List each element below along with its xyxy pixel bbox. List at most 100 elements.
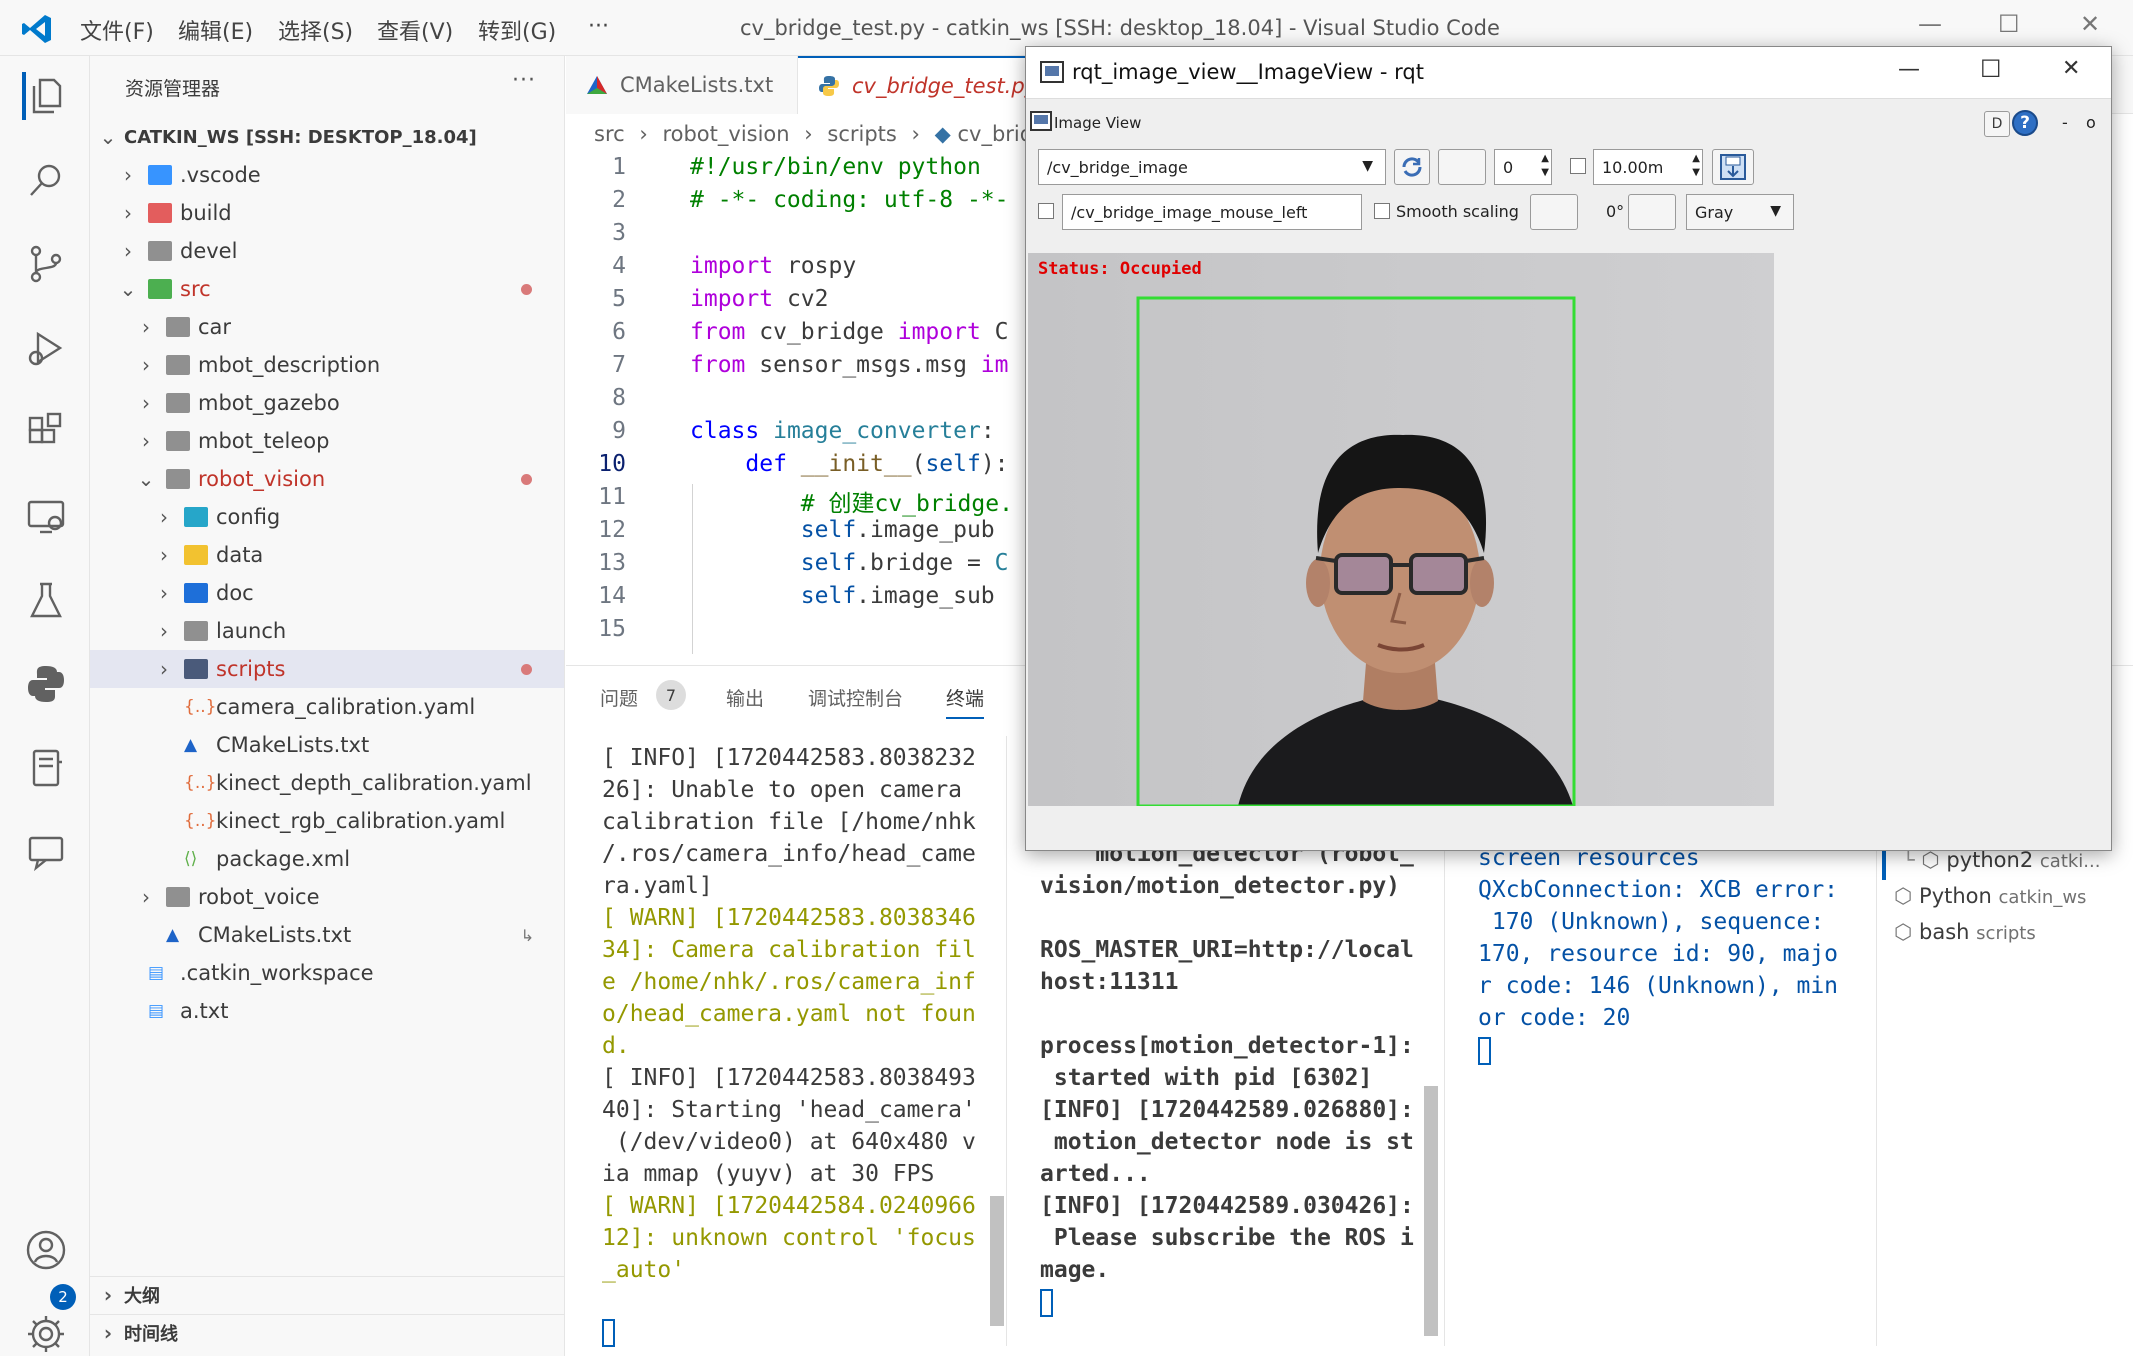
tree-folder[interactable]: › devel bbox=[90, 232, 564, 270]
folder-icon bbox=[148, 165, 172, 185]
minimize-icon[interactable]: — bbox=[1898, 57, 1920, 82]
terminal-line: or code: 20 bbox=[1478, 1005, 1631, 1031]
settings-gear-icon[interactable] bbox=[22, 1310, 70, 1358]
plugin-d-button[interactable]: D bbox=[1984, 111, 2010, 137]
notebook-icon[interactable] bbox=[22, 744, 70, 792]
tree-folder[interactable]: ⌄ robot_vision bbox=[90, 460, 564, 498]
extensions-icon[interactable] bbox=[22, 408, 70, 456]
terminal-divider[interactable] bbox=[1006, 736, 1007, 1346]
tab-output[interactable]: 输出 bbox=[726, 684, 764, 711]
rotate-right-button[interactable] bbox=[1628, 194, 1676, 230]
close-icon[interactable]: ✕ bbox=[2062, 56, 2080, 81]
tree-folder[interactable]: › scripts bbox=[90, 650, 564, 688]
plugin-minimize[interactable]: - bbox=[2062, 113, 2068, 132]
run-debug-icon[interactable] bbox=[22, 324, 70, 372]
tree-folder[interactable]: › data bbox=[90, 536, 564, 574]
explorer-more-actions[interactable]: ··· bbox=[512, 68, 536, 93]
tree-folder[interactable]: › launch bbox=[90, 612, 564, 650]
breadcrumb-robot-vision[interactable]: robot_vision bbox=[662, 122, 789, 146]
workspace-root[interactable]: ⌄ CATKIN_WS [SSH: DESKTOP_18.04] bbox=[90, 118, 564, 156]
terminal-pane-1[interactable]: [ INFO] [1720442583.8038232 26]: Unable t… bbox=[602, 742, 976, 1348]
menu-more[interactable]: ··· bbox=[588, 14, 609, 39]
terminal-scrollbar[interactable] bbox=[990, 1196, 1004, 1326]
folder-icon bbox=[184, 583, 208, 603]
minimize-icon[interactable]: — bbox=[1918, 10, 1942, 38]
rotate-left-button[interactable] bbox=[1530, 194, 1578, 230]
tree-file[interactable]: ▤ .catkin_workspace bbox=[90, 954, 564, 992]
tree-file[interactable]: ▲ CMakeLists.txt ↳ bbox=[90, 916, 564, 954]
menu-view[interactable]: 查看(V) bbox=[377, 14, 453, 46]
terminal-pane-3[interactable]: screen resources QXcbConnection: XCB erro… bbox=[1478, 842, 1838, 1066]
smooth-scaling-checkbox[interactable] bbox=[1374, 203, 1390, 219]
breadcrumb-src[interactable]: src bbox=[594, 122, 625, 146]
accounts-icon[interactable] bbox=[22, 1226, 70, 1274]
menu-edit[interactable]: 编辑(E) bbox=[178, 14, 253, 46]
tree-folder[interactable]: › mbot_teleop bbox=[90, 422, 564, 460]
menu-file[interactable]: 文件(F) bbox=[80, 14, 154, 46]
search-icon[interactable] bbox=[22, 156, 70, 204]
tree-folder[interactable]: › .vscode bbox=[90, 156, 564, 194]
timeline-section[interactable]: › 时间线 bbox=[90, 1314, 564, 1350]
maximize-icon[interactable]: ☐ bbox=[1998, 10, 2020, 38]
rate-input[interactable]: 10.00m ▲ ▼ bbox=[1593, 149, 1703, 185]
rqt-title-bar[interactable]: rqt_image_view__ImageView - rqt — ☐ ✕ bbox=[1026, 47, 2111, 99]
activity-bar: 2 bbox=[0, 56, 90, 1356]
tree-folder[interactable]: › config bbox=[90, 498, 564, 536]
tree-file[interactable]: ▲ CMakeLists.txt bbox=[90, 726, 564, 764]
maximize-icon[interactable]: ☐ bbox=[1980, 55, 2002, 83]
breadcrumb-scripts[interactable]: scripts bbox=[827, 122, 896, 146]
terminal-list-item[interactable]: └ ⬡ python2 catki... bbox=[1902, 848, 2100, 872]
terminal-scrollbar[interactable] bbox=[1424, 1086, 1438, 1336]
plugin-close[interactable]: o bbox=[2086, 113, 2096, 132]
chevron-right-icon: › bbox=[142, 315, 150, 339]
terminal-line: 170, resource id: 90, majo bbox=[1478, 941, 1839, 967]
menu-selection[interactable]: 选择(S) bbox=[278, 14, 353, 46]
mouse-publish-checkbox[interactable] bbox=[1038, 203, 1054, 219]
menu-go[interactable]: 转到(G) bbox=[478, 14, 556, 46]
tree-folder[interactable]: › car bbox=[90, 308, 564, 346]
camera-image-view[interactable]: Status: Occupied bbox=[1028, 253, 1774, 806]
tree-folder[interactable]: › robot_voice bbox=[90, 878, 564, 916]
tree-folder[interactable]: › build bbox=[90, 194, 564, 232]
save-image-button[interactable] bbox=[1712, 149, 1754, 185]
explorer-icon[interactable] bbox=[22, 72, 70, 120]
tree-file[interactable]: {..} camera_calibration.yaml bbox=[90, 688, 564, 726]
terminal-pane-2[interactable]: / motion_detector (robot_vision/motion_d… bbox=[1040, 806, 1414, 1318]
spin-arrows-icon[interactable]: ▲ ▼ bbox=[1541, 152, 1549, 180]
tree-file[interactable]: ▤ a.txt bbox=[90, 992, 564, 1030]
tree-file[interactable]: {..} kinect_depth_calibration.yaml bbox=[90, 764, 564, 802]
topic-select[interactable]: /cv_bridge_image ▼ bbox=[1038, 149, 1386, 185]
colormap-select[interactable]: Gray ▼ bbox=[1686, 194, 1794, 230]
close-icon[interactable]: ✕ bbox=[2080, 10, 2100, 38]
source-control-icon[interactable] bbox=[22, 240, 70, 288]
tree-file[interactable]: {..} kinect_rgb_calibration.yaml bbox=[90, 802, 564, 840]
terminal-list-item[interactable]: ⬡ bash scripts bbox=[1894, 920, 2036, 944]
terminal-list-item[interactable]: ⬡ Python catkin_ws bbox=[1894, 884, 2086, 908]
mouse-topic-input[interactable]: /cv_bridge_image_mouse_left bbox=[1062, 194, 1362, 230]
python-icon[interactable] bbox=[22, 660, 70, 708]
outline-section[interactable]: › 大纲 bbox=[90, 1276, 564, 1312]
tab-terminal[interactable]: 终端 bbox=[946, 684, 985, 719]
chevron-right-icon: › bbox=[124, 239, 132, 263]
remote-explorer-icon[interactable] bbox=[22, 492, 70, 540]
refresh-topics-button[interactable] bbox=[1394, 149, 1430, 185]
tree-file[interactable]: ⟨⟩ package.xml bbox=[90, 840, 564, 878]
spin-arrows-icon[interactable]: ▲ ▼ bbox=[1692, 152, 1700, 180]
tab-problems[interactable]: 问题 bbox=[600, 684, 638, 711]
tree-folder[interactable]: › mbot_gazebo bbox=[90, 384, 564, 422]
chat-icon[interactable] bbox=[22, 828, 70, 876]
tab-debug-console[interactable]: 调试控制台 bbox=[808, 684, 903, 711]
spin-input[interactable]: 0 ▲ ▼ bbox=[1494, 149, 1552, 185]
tree-folder[interactable]: ⌄ src bbox=[90, 270, 564, 308]
help-icon[interactable]: ? bbox=[2012, 110, 2038, 136]
testing-icon[interactable] bbox=[22, 576, 70, 624]
zoom-button[interactable] bbox=[1438, 149, 1486, 185]
terminal-line: started with pid [6302] bbox=[1040, 1065, 1373, 1091]
tree-folder[interactable]: › mbot_description bbox=[90, 346, 564, 384]
tree-folder[interactable]: › doc bbox=[90, 574, 564, 612]
tab-cv-bridge-test[interactable]: cv_bridge_test.py bbox=[798, 56, 1058, 114]
tab-cmakelists[interactable]: CMakeLists.txt bbox=[566, 56, 798, 114]
camera-frame bbox=[1028, 253, 1774, 806]
rate-checkbox[interactable] bbox=[1570, 158, 1586, 174]
